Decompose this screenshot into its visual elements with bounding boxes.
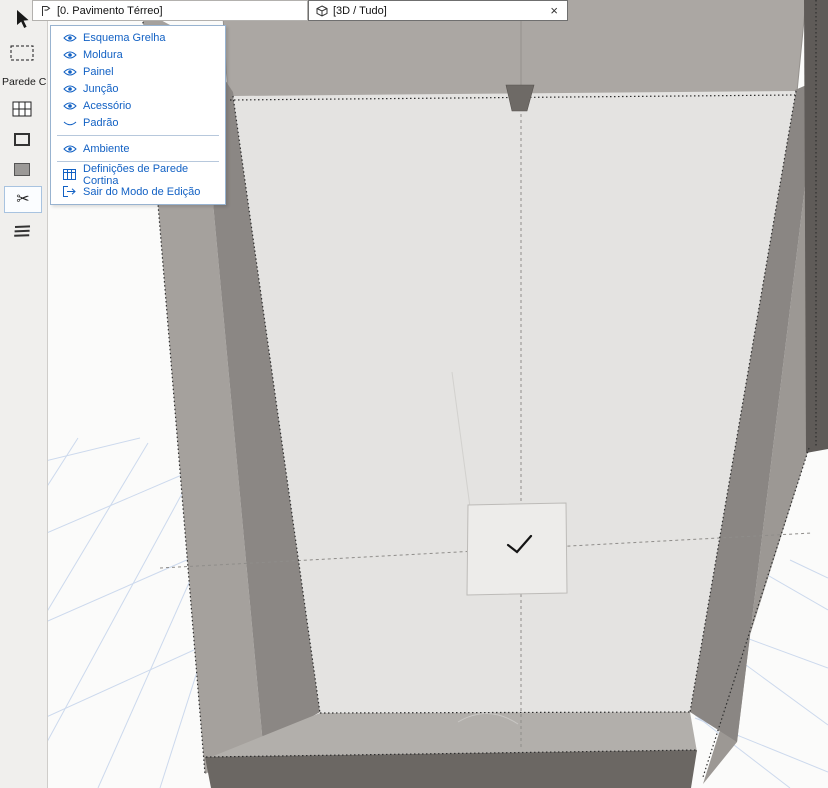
tab-label: [0. Pavimento Térreo] (57, 5, 163, 17)
app-window: Parede C ✂ (0, 0, 828, 788)
layers-tool[interactable] (8, 218, 36, 244)
menu-item-ambiente[interactable]: Ambiente (51, 140, 225, 157)
3d-box-icon (316, 5, 328, 17)
exit-icon (62, 186, 77, 197)
toolbar-section-label: Parede C (2, 76, 48, 88)
eye-icon (62, 50, 77, 60)
frame-tool[interactable] (8, 126, 36, 152)
menu-item-sair-modo-edicao[interactable]: Sair do Modo de Edição (51, 183, 225, 200)
tab-3d[interactable]: [3D / Tudo] × (308, 0, 568, 21)
scissors-icon: ✂ (16, 192, 29, 208)
menu-item-padrao[interactable]: Padrão (51, 114, 225, 131)
menu-item-moldura[interactable]: Moldura (51, 46, 225, 63)
eye-closed-icon (62, 118, 77, 128)
eye-icon (62, 84, 77, 94)
story-flag-icon (40, 5, 52, 17)
selected-panel[interactable] (467, 503, 567, 595)
menu-item-painel[interactable]: Painel (51, 63, 225, 80)
grid-scheme-icon (12, 101, 32, 117)
menu-item-acessorio[interactable]: Acessório (51, 97, 225, 114)
menu-item-esquema-grelha[interactable]: Esquema Grelha (51, 29, 225, 46)
menu-item-definicoes-parede-cortina[interactable]: Definições de Parede Cortina (51, 166, 225, 183)
marquee-icon (10, 45, 34, 61)
panel-fill-icon (13, 162, 31, 177)
menu-item-juncao[interactable]: Junção (51, 80, 225, 97)
edit-mode-menu: Esquema Grelha Moldura Painel Junção Ace (50, 25, 226, 205)
split-tool[interactable]: ✂ (4, 186, 42, 213)
toolbar: Parede C ✂ (0, 0, 48, 788)
panel-tool[interactable] (8, 156, 36, 182)
menu-separator (57, 135, 219, 136)
arrow-cursor-icon (14, 9, 30, 29)
frame-outline-icon (13, 132, 31, 147)
close-tab-button[interactable]: × (548, 4, 560, 17)
marquee-tool[interactable] (8, 40, 36, 66)
eye-icon (62, 33, 77, 43)
eye-icon (62, 67, 77, 77)
tab-bar: [0. Pavimento Térreo] [3D / Tudo] × (32, 0, 568, 21)
eye-icon (62, 101, 77, 111)
eye-icon (62, 144, 77, 154)
tab-floor-plan[interactable]: [0. Pavimento Térreo] (32, 0, 308, 21)
tab-label: [3D / Tudo] (333, 5, 387, 17)
curtain-wall-scheme-tool[interactable] (8, 96, 36, 122)
layers-icon (12, 224, 32, 238)
settings-table-icon (62, 169, 77, 180)
